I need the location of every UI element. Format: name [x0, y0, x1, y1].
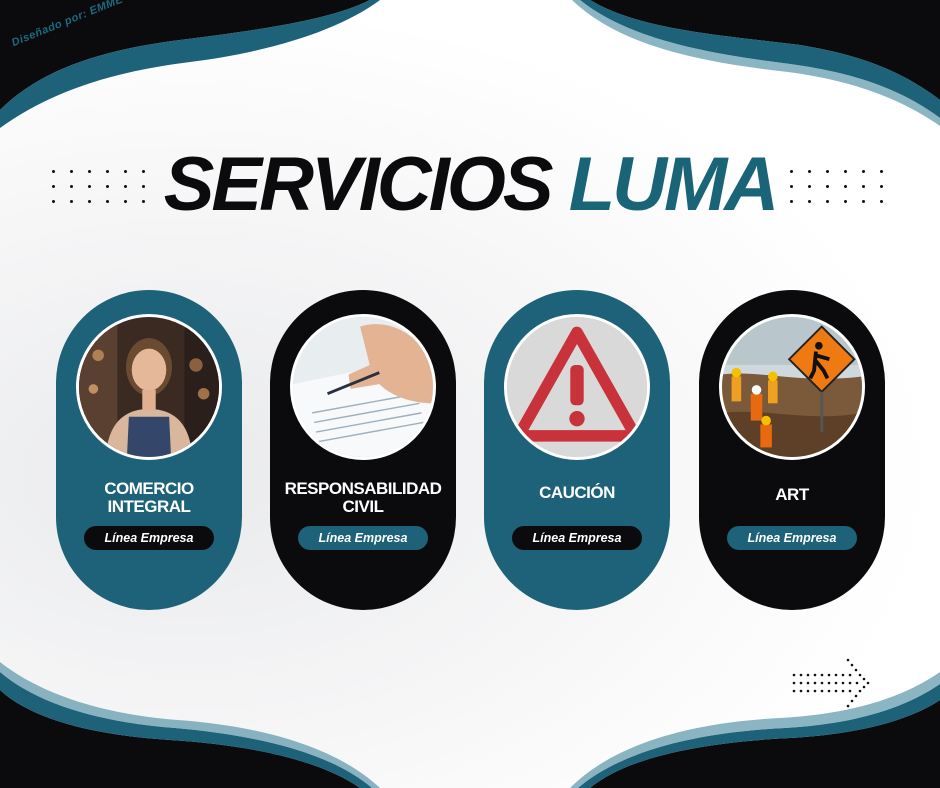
- service-card-comercio-integral[interactable]: COMERCIO INTEGRAL Línea Empresa: [56, 290, 242, 610]
- card-title: CAUCIÓN: [539, 483, 615, 502]
- card-title: RESPONSABILIDAD CIVIL: [284, 479, 442, 516]
- service-card-art[interactable]: ART Línea Empresa: [699, 290, 885, 610]
- linea-empresa-badge[interactable]: Línea Empresa: [512, 526, 642, 550]
- linea-empresa-badge[interactable]: Línea Empresa: [727, 526, 857, 550]
- poster: Diseñado por: EMME CREATIONS SERVICIOS L…: [0, 0, 940, 788]
- construction-workers-photo: [719, 314, 865, 460]
- title-word-luma: LUMA: [568, 142, 780, 227]
- card-title: ART: [775, 485, 809, 504]
- warning-sign-photo: [504, 314, 650, 460]
- service-card-responsabilidad-civil[interactable]: RESPONSABILIDAD CIVIL Línea Empresa: [270, 290, 456, 610]
- card-title: COMERCIO INTEGRAL: [104, 479, 194, 516]
- signing-document-photo: [290, 314, 436, 460]
- shop-owner-photo: [76, 314, 222, 460]
- dotted-arrow-right-icon: [792, 658, 870, 708]
- linea-empresa-badge[interactable]: Línea Empresa: [298, 526, 428, 550]
- title-word-servicios: SERVICIOS: [163, 142, 554, 227]
- service-card-caucion[interactable]: CAUCIÓN Línea Empresa: [484, 290, 670, 610]
- page-title: SERVICIOS LUMA: [0, 140, 940, 230]
- linea-empresa-badge[interactable]: Línea Empresa: [84, 526, 214, 550]
